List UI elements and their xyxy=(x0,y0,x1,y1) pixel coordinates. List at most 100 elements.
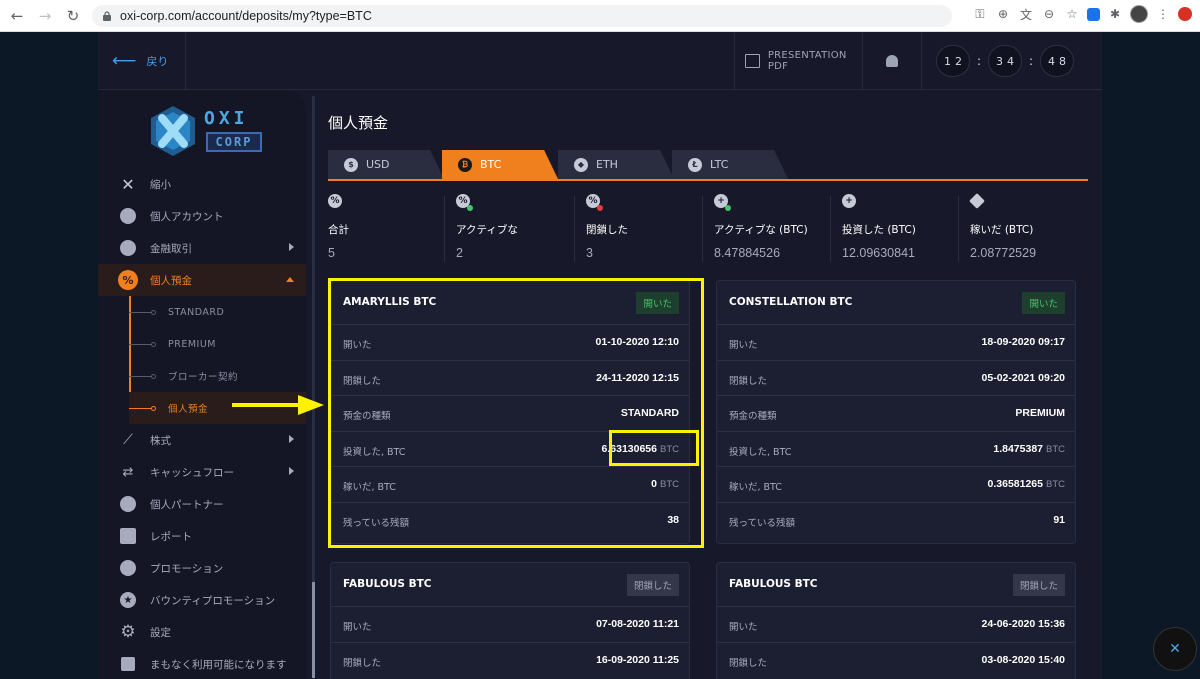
row-value: 24-11-2020 12:15 xyxy=(596,371,679,384)
sidebar-item-label: 個人アカウント xyxy=(150,210,224,223)
chevron-right-icon xyxy=(289,435,294,443)
forward-arrow-icon[interactable]: → xyxy=(34,5,56,27)
sidebar-item-label: まもなく利用可能になります xyxy=(150,658,287,671)
sidebar-item-label: 個人パートナー xyxy=(150,498,224,511)
percent-active-icon: % xyxy=(456,194,473,211)
tab-label: ETH xyxy=(596,158,618,171)
sidebar-item-label: 設定 xyxy=(150,626,171,639)
row-label: 稼いだ, BTC xyxy=(343,482,396,493)
row-value: 38 xyxy=(667,513,679,526)
plus-circle-icon[interactable]: ⊕ xyxy=(995,6,1011,22)
stat-value: 3 xyxy=(586,246,593,260)
sidebar-item-promotions[interactable]: プロモーション xyxy=(98,552,306,584)
deposit-card-constellation[interactable]: CONSTELLATION BTC 開いた 開いた 18-09-2020 09:1… xyxy=(716,280,1076,544)
logo-x-icon xyxy=(151,106,195,156)
sidebar-scrollbar-thumb[interactable] xyxy=(312,582,315,678)
tab-usd[interactable]: $ USD xyxy=(328,150,444,179)
tab-ltc[interactable]: Ł LTC xyxy=(672,150,788,179)
percent-icon: % xyxy=(328,194,342,208)
back-arrow-icon[interactable]: ← xyxy=(6,5,28,27)
row-label: 預金の種類 xyxy=(343,411,391,422)
sidebar-item-collapse[interactable]: ✕ 縮小 xyxy=(98,168,306,200)
back-label: 戻り xyxy=(146,55,169,68)
sidebar-menu: ✕ 縮小 個人アカウント 金融取引 % 個人預金 STANDARD PREMIU… xyxy=(98,168,306,679)
tab-btc[interactable]: ₿ BTC xyxy=(442,150,558,179)
translate-icon[interactable]: 文 xyxy=(1018,6,1034,22)
dot-icon xyxy=(151,373,156,379)
row-value: 6.63130656 BTC xyxy=(601,442,679,455)
reload-icon[interactable]: ↻ xyxy=(62,5,84,27)
sidebar-item-label: バウンティプロモーション xyxy=(150,594,276,607)
submenu-item-personal-deposit[interactable]: 個人預金 xyxy=(129,392,306,424)
stat-total: % 合計 5 xyxy=(328,194,454,264)
puzzle-icon[interactable]: ✱ xyxy=(1107,6,1123,22)
menu-dots-icon[interactable]: ⋮ xyxy=(1155,6,1171,22)
sidebar-item-settings[interactable]: ⚙ 設定 xyxy=(98,616,306,648)
stat-value: 5 xyxy=(328,246,335,260)
percent-icon: % xyxy=(118,270,138,290)
notifications-button[interactable] xyxy=(862,32,922,90)
dot-icon xyxy=(151,341,156,347)
sidebar-item-bounty[interactable]: ★ バウンティプロモーション xyxy=(98,584,306,616)
sidebar-item-finance[interactable]: 金融取引 xyxy=(98,232,306,264)
sidebar-item-deposits[interactable]: % 個人預金 xyxy=(98,264,306,296)
sidebar-item-stocks[interactable]: ⟋ 株式 xyxy=(98,424,306,456)
submenu-item-standard[interactable]: STANDARD xyxy=(129,296,306,328)
stat-closed: % 閉鎖した 3 xyxy=(586,194,712,264)
profile-avatar[interactable] xyxy=(1130,5,1148,23)
row-label: 残っている残額 xyxy=(729,517,796,529)
deposit-card-fabulous-1[interactable]: FABULOUS BTC 閉鎖した 開いた 07-08-2020 11:21 閉鎖… xyxy=(330,562,690,679)
logo-text-oxi: OXI xyxy=(204,108,249,129)
main-content: 個人預金 $ USD ₿ BTC ◆ ETH Ł LTC % 合計 5 % アク… xyxy=(328,90,1088,679)
card-title: FABULOUS BTC xyxy=(343,578,432,590)
card-title: CONSTELLATION BTC xyxy=(729,296,853,308)
chevron-up-icon xyxy=(286,277,294,282)
sidebar-item-label: レポート xyxy=(150,530,192,543)
bookmark-star-icon[interactable]: ☆ xyxy=(1064,6,1080,22)
stat-label: 稼いだ (BTC) xyxy=(970,224,1034,236)
submenu-item-premium[interactable]: PREMIUM xyxy=(129,328,306,360)
row-value: 91 xyxy=(1053,513,1065,526)
row-label: 開いた xyxy=(729,622,758,633)
sidebar-item-account[interactable]: 個人アカウント xyxy=(98,200,306,232)
deposit-card-fabulous-2[interactable]: FABULOUS BTC 閉鎖した 開いた 24-06-2020 15:36 閉鎖… xyxy=(716,562,1076,679)
transfer-icon: ⇄ xyxy=(122,464,134,480)
browser-toolbar: ← → ↻ oxi-corp.com/account/deposits/my?t… xyxy=(0,0,1200,32)
row-value: 1.8475387 BTC xyxy=(993,442,1065,455)
key-icon[interactable]: ⚿ xyxy=(972,6,988,22)
sidebar-item-partners[interactable]: 個人パートナー xyxy=(98,488,306,520)
percent-closed-icon: % xyxy=(586,194,603,211)
user-icon xyxy=(118,206,138,226)
sidebar-item-cashflow[interactable]: ⇄ キャッシュフロー xyxy=(98,456,306,488)
deposit-card-amaryllis[interactable]: AMARYLLIS BTC 開いた 開いた 01-10-2020 12:10 閉鎖… xyxy=(330,280,690,544)
row-label: 閉鎖した xyxy=(343,657,382,669)
back-arrow-icon: ⟵ xyxy=(112,51,137,71)
record-icon[interactable] xyxy=(1178,7,1192,21)
url-text: oxi-corp.com/account/deposits/my?type=BT… xyxy=(120,9,372,23)
submenu-item-broker[interactable]: ブローカー契約 xyxy=(129,360,306,392)
sidebar-item-reports[interactable]: レポート xyxy=(98,520,306,552)
address-bar[interactable]: oxi-corp.com/account/deposits/my?type=BT… xyxy=(92,5,952,27)
back-button[interactable]: ⟵ 戻り xyxy=(98,32,186,90)
row-label: 開いた xyxy=(343,340,372,351)
top-bar: ⟵ 戻り PRESENTATION PDF 12 : 34 : 48 xyxy=(98,32,1102,90)
sidebar-item-label: 個人預金 xyxy=(150,274,192,287)
chart-icon: ⟋ xyxy=(123,432,133,448)
dot-icon xyxy=(151,309,156,315)
card-title: AMARYLLIS BTC xyxy=(343,296,437,308)
zoom-icon[interactable]: ⊖ xyxy=(1041,6,1057,22)
extension-icon[interactable] xyxy=(1087,7,1100,21)
ethereum-icon: ◆ xyxy=(574,157,588,172)
oxi-corp-logo[interactable]: OXI CORP xyxy=(148,104,268,162)
presentation-pdf-button[interactable]: PRESENTATION PDF xyxy=(734,32,862,90)
tab-eth[interactable]: ◆ ETH xyxy=(558,150,674,179)
tab-label: LTC xyxy=(710,158,729,171)
sidebar-item-coming-soon[interactable]: まもなく利用可能になります xyxy=(98,648,306,679)
clock-separator: : xyxy=(1028,54,1034,68)
oxi-chat-widget[interactable]: ✕ xyxy=(1153,627,1197,671)
status-badge: 開いた xyxy=(636,292,679,314)
row-label: 開いた xyxy=(729,340,758,351)
stat-label: 合計 xyxy=(328,224,349,236)
megaphone-icon xyxy=(118,558,138,578)
chevron-right-icon xyxy=(289,467,294,475)
